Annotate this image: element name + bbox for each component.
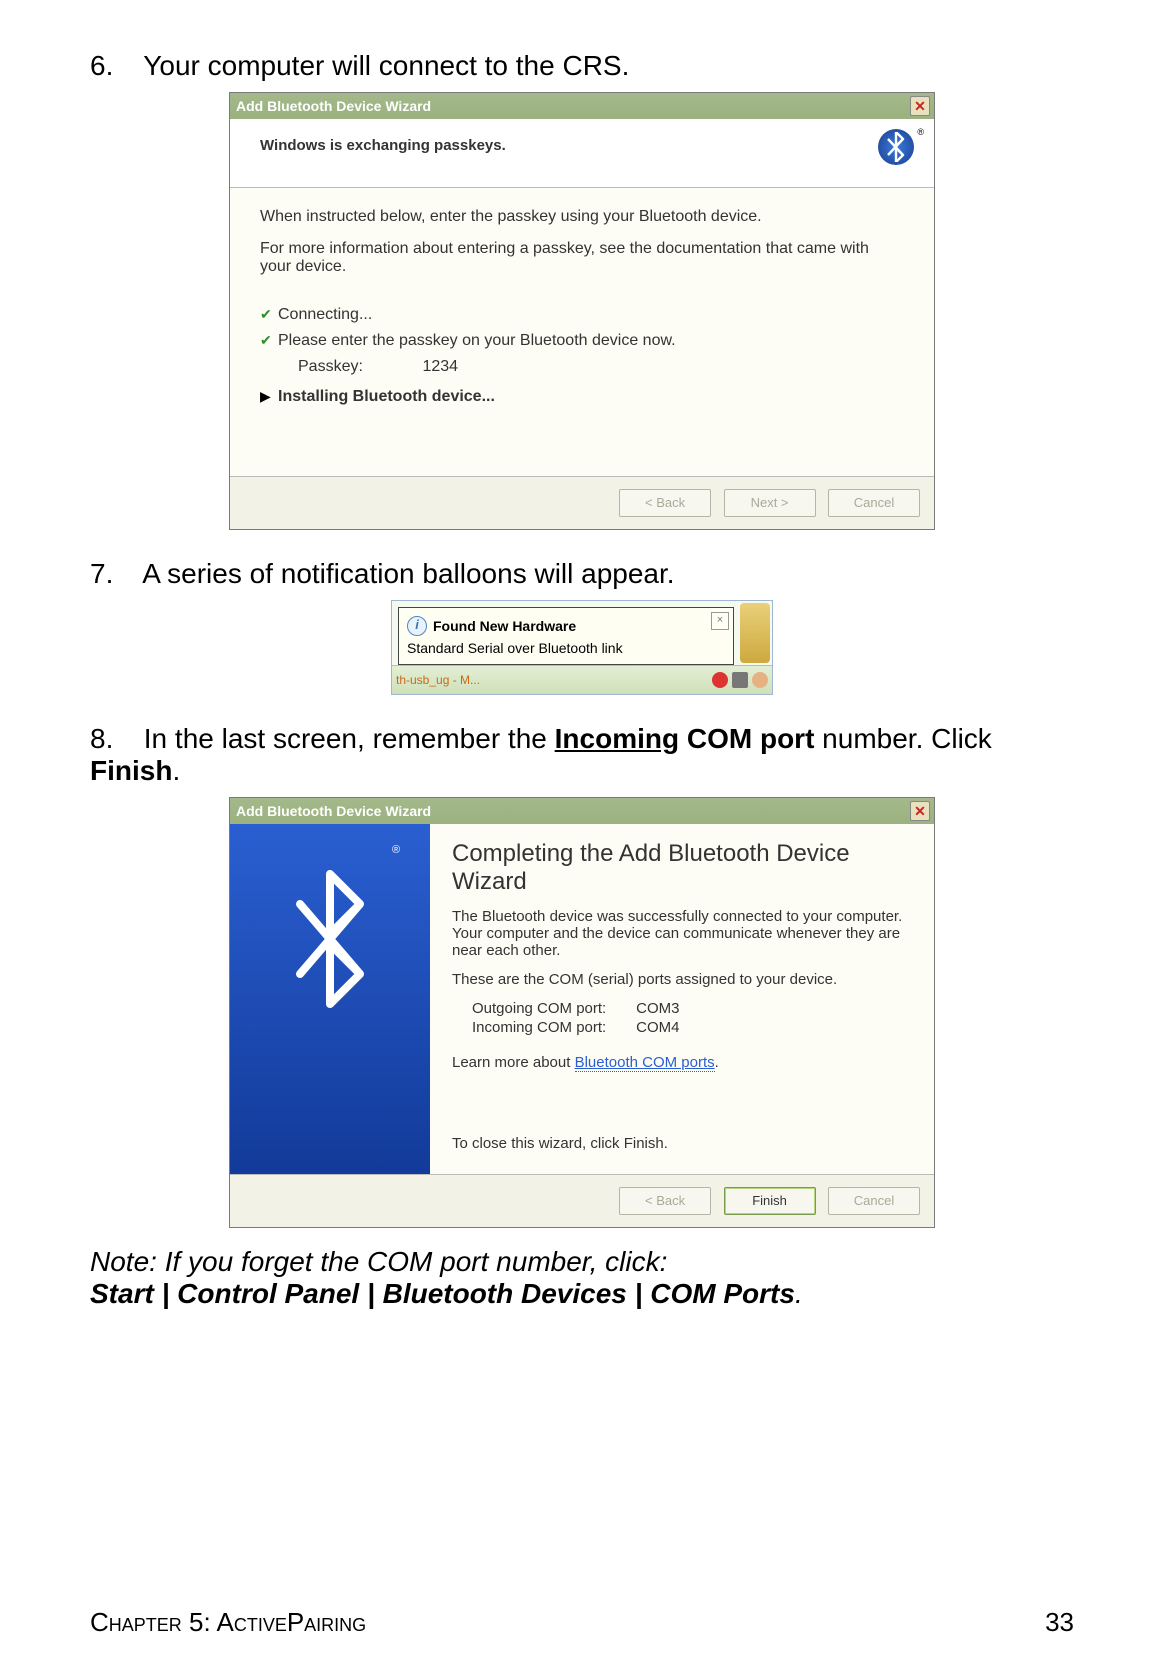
footnote-period: .	[795, 1278, 803, 1309]
registered-icon: ®	[392, 844, 400, 856]
com-port-list: Outgoing COM port: COM3 Incoming COM por…	[452, 1000, 912, 1036]
learn-more-a: Learn more about	[452, 1054, 575, 1071]
system-tray	[712, 672, 768, 688]
outgoing-port-row: Outgoing COM port: COM3	[472, 1000, 912, 1017]
dialog-para-1: When instructed below, enter the passkey…	[260, 208, 904, 226]
next-button[interactable]: Next >	[724, 489, 816, 517]
arrow-right-icon: ▶	[260, 388, 278, 405]
finish-button[interactable]: Finish	[724, 1187, 816, 1215]
bluetooth-large-icon	[270, 854, 390, 1024]
dialog-button-row: < Back Finish Cancel	[230, 1174, 934, 1227]
step-7-number: 7.	[90, 558, 136, 590]
back-button[interactable]: < Back	[619, 1187, 711, 1215]
tray-icon[interactable]	[752, 672, 768, 688]
step-6: 6. Your computer will connect to the CRS…	[90, 50, 1074, 82]
wizard-close-text: To close this wizard, click Finish.	[452, 1135, 912, 1152]
learn-more-row: Learn more about Bluetooth COM ports.	[452, 1054, 912, 1071]
partial-window-strip	[740, 603, 770, 663]
bluetooth-icon: ®	[878, 129, 918, 169]
cancel-button[interactable]: Cancel	[828, 489, 920, 517]
balloon-title-row: i Found New Hardware	[407, 616, 723, 636]
dialog-titlebar: Add Bluetooth Device Wizard ✕	[230, 798, 934, 824]
notification-balloon-screenshot: × i Found New Hardware Standard Serial o…	[391, 600, 773, 695]
step-8-finish: Finish	[90, 755, 172, 786]
dialog-header: Windows is exchanging passkeys. ®	[230, 119, 934, 187]
step-6-text: Your computer will connect to the CRS.	[143, 50, 629, 81]
bluetooth-wizard-dialog-passkey: Add Bluetooth Device Wizard ✕ Windows is…	[229, 92, 935, 530]
tray-icon[interactable]	[732, 672, 748, 688]
taskbar-task[interactable]: th-usb_ug - M...	[396, 673, 480, 687]
step-7-text: A series of notification balloons will a…	[142, 558, 674, 589]
passkey-value: 1234	[422, 358, 458, 375]
bluetooth-glyph-icon	[885, 132, 907, 162]
balloon-tip: × i Found New Hardware Standard Serial o…	[398, 607, 734, 665]
step-8-text-d: number. Click	[814, 723, 991, 754]
step-8-number: 8.	[90, 723, 136, 755]
dialog-para-2: For more information about entering a pa…	[260, 240, 904, 276]
task-installing: Installing Bluetooth device...	[278, 388, 495, 406]
registered-icon: ®	[917, 127, 924, 137]
chapter-label: Chapter 5: ActivePairing	[90, 1607, 366, 1638]
document-page: 6. Your computer will connect to the CRS…	[0, 0, 1164, 1678]
wizard-complete-para2: These are the COM (serial) ports assigne…	[452, 971, 912, 988]
page-number: 33	[1045, 1607, 1074, 1638]
step-7: 7. A series of notification balloons wil…	[90, 558, 1074, 590]
balloon-title: Found New Hardware	[433, 618, 576, 634]
wizard-complete-heading: Completing the Add Bluetooth Device Wiza…	[452, 840, 912, 896]
check-icon: ✔	[260, 332, 278, 349]
task-row: ✔ Connecting...	[260, 306, 904, 324]
passkey-row: Passkey: 1234	[260, 358, 904, 376]
bluetooth-com-ports-link[interactable]: Bluetooth COM ports	[575, 1054, 715, 1072]
footnote: Note: If you forget the COM port number,…	[90, 1246, 1074, 1310]
dialog-body: When instructed below, enter the passkey…	[230, 187, 934, 476]
close-icon[interactable]: ×	[711, 612, 729, 630]
task-row: ▶ Installing Bluetooth device...	[260, 388, 904, 406]
dialog-titlebar: Add Bluetooth Device Wizard ✕	[230, 93, 934, 119]
learn-more-c: .	[715, 1054, 719, 1071]
task-list: ✔ Connecting... ✔ Please enter the passk…	[260, 306, 904, 406]
footnote-path: Start | Control Panel | Bluetooth Device…	[90, 1278, 795, 1309]
step-6-number: 6.	[90, 50, 136, 82]
incoming-port-row: Incoming COM port: COM4	[472, 1019, 912, 1036]
wizard-right-panel: Completing the Add Bluetooth Device Wiza…	[430, 824, 934, 1174]
step-8-incoming: Incoming	[555, 723, 679, 754]
outgoing-port-label: Outgoing COM port:	[472, 1000, 632, 1017]
cancel-button[interactable]: Cancel	[828, 1187, 920, 1215]
info-icon: i	[407, 616, 427, 636]
footnote-line1: Note: If you forget the COM port number,…	[90, 1246, 1074, 1278]
dialog-button-row: < Back Next > Cancel	[230, 476, 934, 529]
check-icon: ✔	[260, 306, 278, 323]
incoming-port-value: COM4	[636, 1019, 679, 1036]
dialog-title: Add Bluetooth Device Wizard	[236, 803, 431, 819]
wizard-side-graphic: ®	[230, 824, 430, 1174]
close-icon[interactable]: ✕	[910, 96, 930, 116]
step-8-text-f: .	[172, 755, 180, 786]
footnote-line2-wrap: Start | Control Panel | Bluetooth Device…	[90, 1278, 1074, 1310]
tray-icon[interactable]	[712, 672, 728, 688]
balloon-subtitle: Standard Serial over Bluetooth link	[407, 640, 723, 656]
task-enter-passkey: Please enter the passkey on your Bluetoo…	[278, 332, 676, 350]
outgoing-port-value: COM3	[636, 1000, 679, 1017]
step-8: 8. In the last screen, remember the Inco…	[90, 723, 1074, 787]
incoming-port-label: Incoming COM port:	[472, 1019, 632, 1036]
wizard-complete-para1: The Bluetooth device was successfully co…	[452, 908, 912, 959]
close-icon[interactable]: ✕	[910, 801, 930, 821]
passkey-label: Passkey:	[298, 358, 418, 376]
taskbar: th-usb_ug - M...	[392, 665, 772, 694]
task-connecting: Connecting...	[278, 306, 372, 324]
step-8-comport: COM port	[679, 723, 814, 754]
page-footer: Chapter 5: ActivePairing 33	[90, 1607, 1074, 1638]
bluetooth-wizard-dialog-complete: Add Bluetooth Device Wizard ✕ ® Completi…	[229, 797, 935, 1228]
dialog-body-wrap: ® Completing the Add Bluetooth Device Wi…	[230, 824, 934, 1174]
task-row: ✔ Please enter the passkey on your Bluet…	[260, 332, 904, 350]
dialog-heading: Windows is exchanging passkeys.	[260, 129, 506, 154]
step-8-text-a: In the last screen, remember the	[144, 723, 555, 754]
dialog-title: Add Bluetooth Device Wizard	[236, 98, 431, 114]
back-button[interactable]: < Back	[619, 489, 711, 517]
